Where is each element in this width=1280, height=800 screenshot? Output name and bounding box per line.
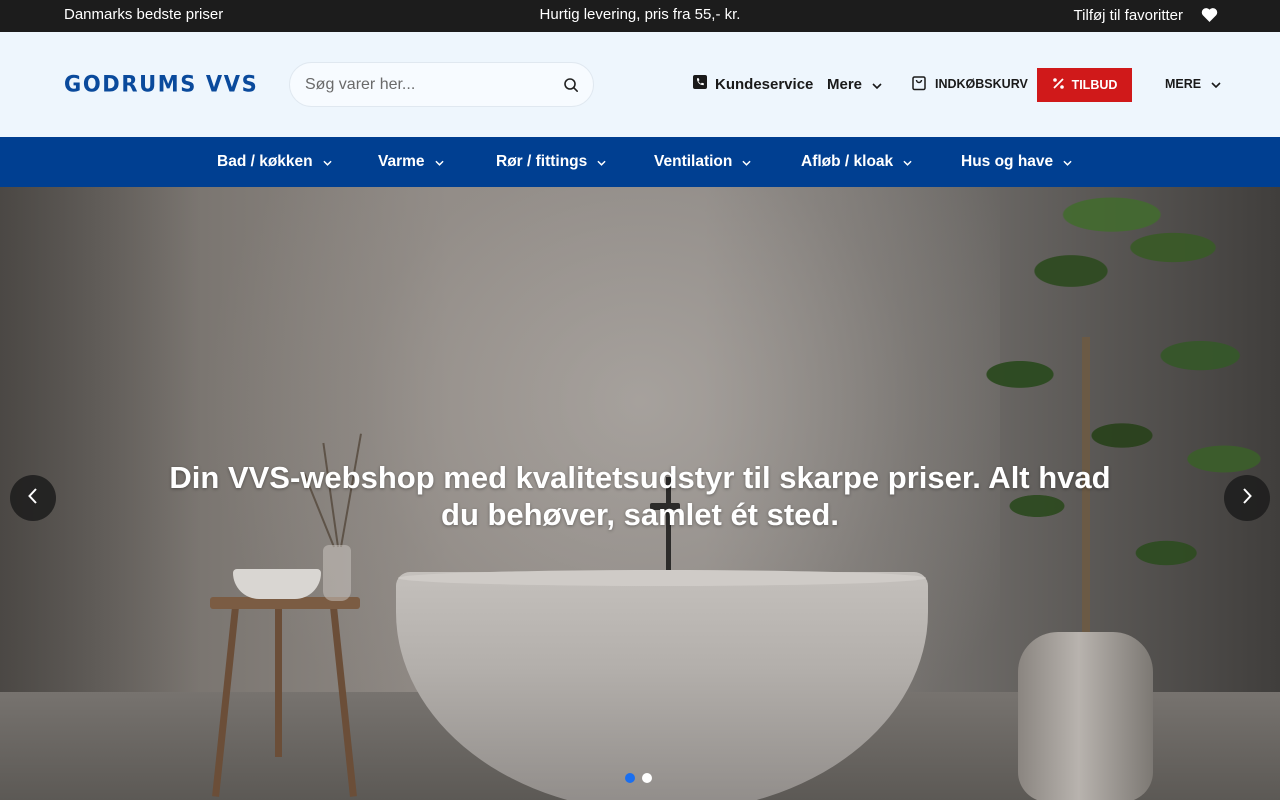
favorites-label: Tilføj til favoritter xyxy=(1073,7,1183,24)
shopping-bag-icon xyxy=(911,75,927,94)
slider-dot-2[interactable] xyxy=(642,773,652,783)
chevron-down-icon xyxy=(742,153,751,171)
chevron-down-icon xyxy=(903,153,912,171)
more-caps-label: MERE xyxy=(1165,77,1202,91)
offers-button[interactable]: TILBUD xyxy=(1037,68,1132,102)
bathtub-rim xyxy=(398,570,926,586)
add-to-favorites-link[interactable]: Tilføj til favoritter xyxy=(1074,0,1218,32)
plant-leaves xyxy=(935,187,1275,647)
nav-item-label: Afløb / kloak xyxy=(801,153,894,170)
more-caps-menu[interactable]: MERE xyxy=(1165,68,1221,100)
customer-service-link[interactable]: Kundeservice xyxy=(693,68,813,100)
chevron-down-icon xyxy=(1063,153,1072,171)
cart-link[interactable]: INDKØBSKURV xyxy=(911,68,1028,100)
more-menu[interactable]: Mere xyxy=(827,68,882,100)
nav-item-varme[interactable]: Varme xyxy=(378,137,444,187)
slider-next-button[interactable] xyxy=(1224,475,1270,521)
nav-item-label: Rør / fittings xyxy=(496,153,588,170)
nav-item-roer-fittings[interactable]: Rør / fittings xyxy=(496,137,606,187)
nav-item-hus-og-have[interactable]: Hus og have xyxy=(961,137,1072,187)
more-label: Mere xyxy=(827,75,863,93)
nav-item-label: Bad / køkken xyxy=(217,153,313,170)
customer-service-label: Kundeservice xyxy=(715,75,814,93)
site-header: GODRUMS VVS Kundeservice Mere INDKØBSKUR… xyxy=(0,32,1280,137)
main-navigation: Bad / køkken Varme Rør / fittings Ventil… xyxy=(0,137,1280,187)
chevron-down-icon xyxy=(597,153,606,171)
search-box xyxy=(289,62,594,107)
nav-item-label: Ventilation xyxy=(654,153,733,170)
nav-item-label: Varme xyxy=(378,153,425,170)
stool-leg xyxy=(275,607,282,757)
hero-slider: Din VVS-webshop med kvalitetsudstyr til … xyxy=(0,187,1280,800)
cart-label: INDKØBSKURV xyxy=(935,77,1028,91)
percent-icon xyxy=(1052,77,1065,93)
hero-headline: Din VVS-webshop med kvalitetsudstyr til … xyxy=(169,460,1111,532)
search-icon[interactable] xyxy=(563,77,579,93)
chevron-left-icon xyxy=(27,487,39,510)
offers-label: TILBUD xyxy=(1071,78,1118,92)
chevron-down-icon xyxy=(434,153,444,171)
phone-icon xyxy=(693,75,707,93)
decor-bowl xyxy=(233,569,321,599)
topbar-best-prices: Danmarks bedste priser xyxy=(64,6,224,23)
top-bar: Danmarks bedste priser Hurtig levering, … xyxy=(0,0,1280,32)
nav-item-label: Hus og have xyxy=(961,153,1054,170)
slider-dot-1[interactable] xyxy=(625,773,635,783)
topbar-delivery-text: Hurtig levering, pris fra 55,- kr. xyxy=(539,6,741,23)
chevron-right-icon xyxy=(1241,487,1253,510)
heart-icon xyxy=(1201,7,1218,26)
logo[interactable]: GODRUMS VVS xyxy=(64,71,258,96)
search-input[interactable] xyxy=(305,63,555,106)
chevron-down-icon xyxy=(323,153,332,171)
chevron-down-icon xyxy=(1211,77,1221,91)
nav-item-afloeb-kloak[interactable]: Afløb / kloak xyxy=(801,137,912,187)
plant-pot xyxy=(1018,632,1153,800)
decor-vase xyxy=(323,545,351,601)
chevron-down-icon xyxy=(872,76,882,93)
nav-item-bad-koekken[interactable]: Bad / køkken xyxy=(217,137,332,187)
slider-pagination xyxy=(625,773,652,783)
nav-item-ventilation[interactable]: Ventilation xyxy=(654,137,751,187)
slider-prev-button[interactable] xyxy=(10,475,56,521)
